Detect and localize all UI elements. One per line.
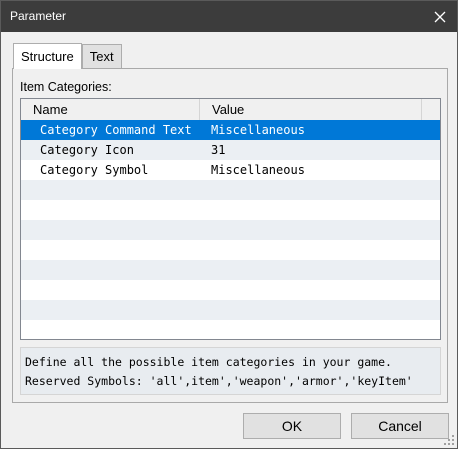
item-categories-grid[interactable]: Name Value Category Command Text Miscell… <box>20 98 441 340</box>
close-icon <box>434 11 446 22</box>
row-name-cell: Category Icon <box>40 143 134 157</box>
parameter-dialog: Parameter Structure Text Item Categories… <box>0 0 458 449</box>
table-row[interactable]: Category Icon 31 <box>21 140 440 160</box>
tab-bar: Structure Text <box>13 42 122 69</box>
table-row[interactable] <box>21 200 440 220</box>
row-name-cell <box>21 240 200 260</box>
table-row[interactable] <box>21 280 440 300</box>
tab-structure[interactable]: Structure <box>13 43 82 69</box>
cancel-button[interactable]: Cancel <box>351 413 449 439</box>
row-name-cell <box>21 320 200 339</box>
row-value-cell: Miscellaneous <box>211 123 305 137</box>
row-value-cell <box>200 320 422 339</box>
row-value-cell <box>200 260 422 280</box>
table-row[interactable] <box>21 180 440 200</box>
tab-text[interactable]: Text <box>81 44 122 68</box>
description-line-2: Reserved Symbols: 'all',item','weapon','… <box>25 374 413 388</box>
grid-header: Name Value <box>21 99 440 120</box>
row-name-cell <box>21 280 200 300</box>
row-value-cell <box>200 180 422 200</box>
tab-panel-structure: Item Categories: Name Value Category Com… <box>12 68 448 403</box>
row-name-cell <box>21 220 200 240</box>
ok-button[interactable]: OK <box>243 413 341 439</box>
resize-grip-icon[interactable] <box>443 434 455 446</box>
grid-rows: Category Command Text Miscellaneous Cate… <box>21 120 440 339</box>
row-value-cell <box>200 280 422 300</box>
dialog-body: Structure Text Item Categories: Name Val… <box>1 32 457 448</box>
description-line-1: Define all the possible item categories … <box>25 355 392 369</box>
column-header-filler <box>422 99 440 120</box>
table-row[interactable] <box>21 260 440 280</box>
title-bar[interactable]: Parameter <box>1 1 457 32</box>
table-row[interactable] <box>21 320 440 339</box>
row-value-cell <box>200 240 422 260</box>
window-title: Parameter <box>10 9 67 23</box>
table-row[interactable] <box>21 220 440 240</box>
row-name-cell <box>21 260 200 280</box>
item-categories-label: Item Categories: <box>20 80 112 94</box>
table-row[interactable]: Category Symbol Miscellaneous <box>21 160 440 180</box>
row-name-cell: Category Command Text <box>40 123 192 137</box>
row-name-cell <box>21 200 200 220</box>
table-row[interactable]: Category Command Text Miscellaneous <box>21 120 440 140</box>
table-row[interactable] <box>21 300 440 320</box>
row-name-cell: Category Symbol <box>40 163 149 177</box>
row-name-cell <box>21 300 200 320</box>
table-row[interactable] <box>21 240 440 260</box>
close-button[interactable] <box>423 1 457 32</box>
row-value-cell <box>200 200 422 220</box>
column-header-value[interactable]: Value <box>200 99 422 120</box>
row-value-cell: 31 <box>211 143 226 157</box>
column-header-name[interactable]: Name <box>21 99 200 120</box>
row-value-cell <box>200 300 422 320</box>
parameter-description: Define all the possible item categories … <box>20 347 441 395</box>
row-name-cell <box>21 180 200 200</box>
row-value-cell: Miscellaneous <box>211 163 305 177</box>
row-value-cell <box>200 220 422 240</box>
